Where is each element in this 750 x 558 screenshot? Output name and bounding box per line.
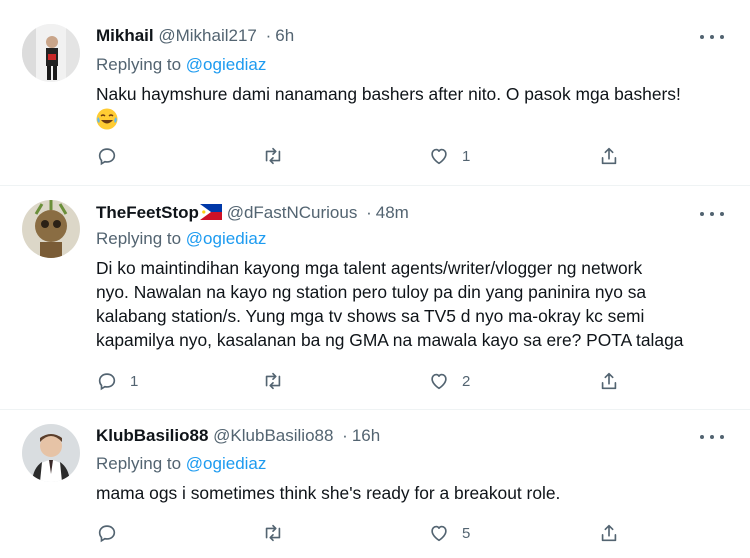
user-handle[interactable]: @dFastNCurious bbox=[227, 203, 358, 222]
share-button[interactable] bbox=[598, 368, 620, 394]
share-icon bbox=[601, 524, 617, 542]
share-button[interactable] bbox=[598, 143, 620, 169]
retweet-button[interactable] bbox=[262, 143, 296, 169]
heart-icon bbox=[431, 373, 447, 390]
user-handle[interactable]: @KlubBasilio88 bbox=[213, 426, 333, 445]
like-button[interactable]: 1 bbox=[428, 143, 470, 169]
display-name[interactable]: KlubBasilio88 bbox=[96, 426, 208, 445]
tweet-text-line: kapamilya nyo, kasalanan ba ng GMA na ma… bbox=[96, 330, 684, 350]
tweet-actions: 5 bbox=[96, 520, 626, 546]
reply-count: 1 bbox=[130, 372, 139, 390]
tweet-actions: 1 bbox=[96, 143, 626, 169]
replying-to-label: Replying to bbox=[96, 454, 182, 473]
retweet-icon bbox=[265, 372, 281, 390]
like-count: 5 bbox=[462, 524, 471, 542]
mention-link[interactable]: @ogiediaz bbox=[186, 454, 267, 473]
like-button[interactable]: 2 bbox=[428, 368, 470, 394]
tweet-text-line: Naku haymshure dami nanamang bashers aft… bbox=[96, 84, 681, 104]
reply-button[interactable]: 1 bbox=[96, 368, 138, 394]
avatar[interactable] bbox=[22, 424, 80, 482]
tweet-text-line: kalabang station/s. Yung mga tv shows sa… bbox=[96, 306, 645, 326]
tweet-text-line: nyo. Nawalan na kayo ng station pero tul… bbox=[96, 282, 647, 302]
separator-dot: · bbox=[265, 26, 272, 45]
tweet-header: TheFeetStop @dFastNCurious · 48m bbox=[96, 203, 409, 225]
tweet-text: mama ogs i sometimes think she's ready f… bbox=[96, 481, 726, 505]
tweet[interactable]: TheFeetStop @dFastNCurious · 48m Replying… bbox=[0, 186, 750, 410]
tweet-text: Di ko maintindihan kayong mga talent age… bbox=[96, 256, 726, 352]
separator-dot: · bbox=[366, 203, 372, 222]
avatar[interactable] bbox=[22, 200, 80, 258]
more-options-icon[interactable] bbox=[700, 204, 724, 224]
separator-dot: · bbox=[342, 426, 348, 445]
philippines-flag-icon bbox=[199, 204, 222, 225]
like-button[interactable]: 5 bbox=[428, 520, 470, 546]
retweet-icon bbox=[265, 524, 281, 542]
display-name[interactable]: Mikhail bbox=[96, 26, 154, 45]
more-options-icon[interactable] bbox=[700, 27, 724, 47]
timestamp[interactable]: 48m bbox=[376, 203, 409, 222]
share-icon bbox=[601, 147, 617, 165]
tweet-header: Mikhail @Mikhail217 · 6h bbox=[96, 26, 294, 46]
retweet-button[interactable] bbox=[262, 520, 296, 546]
replying-to-label: Replying to bbox=[96, 55, 182, 74]
reply-icon bbox=[98, 525, 116, 543]
reply-icon bbox=[98, 148, 116, 166]
replying-to: Replying to @ogiediaz bbox=[96, 229, 266, 249]
reply-button[interactable] bbox=[96, 143, 130, 169]
timestamp[interactable]: 6h bbox=[275, 26, 294, 45]
replying-to-label: Replying to bbox=[96, 229, 182, 248]
tweet[interactable]: Mikhail @Mikhail217 · 6h Replying to @ogi… bbox=[0, 0, 750, 186]
reply-icon bbox=[98, 373, 116, 391]
display-name[interactable]: TheFeetStop bbox=[96, 203, 199, 222]
avatar[interactable] bbox=[22, 24, 80, 82]
mention-link[interactable]: @ogiediaz bbox=[186, 229, 267, 248]
share-icon bbox=[601, 372, 617, 390]
share-button[interactable] bbox=[598, 520, 620, 546]
timestamp[interactable]: 16h bbox=[352, 426, 380, 445]
like-count: 2 bbox=[462, 372, 471, 390]
reply-button[interactable] bbox=[96, 520, 130, 546]
tweet-actions: 1 2 bbox=[96, 368, 626, 394]
mention-link[interactable]: @ogiediaz bbox=[186, 55, 267, 74]
replying-to: Replying to @ogiediaz bbox=[96, 454, 266, 474]
more-options-icon[interactable] bbox=[700, 427, 724, 447]
retweet-button[interactable] bbox=[262, 368, 296, 394]
tweet-text-line: Di ko maintindihan kayong mga talent age… bbox=[96, 258, 643, 278]
like-count: 1 bbox=[462, 147, 471, 165]
tweet-text: Naku haymshure dami nanamang bashers aft… bbox=[96, 82, 726, 136]
tweet[interactable]: KlubBasilio88 @KlubBasilio88 · 16h Replyi… bbox=[0, 410, 750, 558]
heart-icon bbox=[431, 525, 447, 542]
tweet-header: KlubBasilio88 @KlubBasilio88 · 16h bbox=[96, 426, 380, 446]
retweet-icon bbox=[265, 147, 281, 165]
user-handle[interactable]: @Mikhail217 bbox=[158, 26, 257, 45]
tweet-text-line: mama ogs i sometimes think she's ready f… bbox=[96, 483, 561, 503]
heart-icon bbox=[431, 148, 447, 165]
face-with-tears-of-joy-icon bbox=[96, 108, 726, 136]
replying-to: Replying to @ogiediaz bbox=[96, 55, 266, 75]
